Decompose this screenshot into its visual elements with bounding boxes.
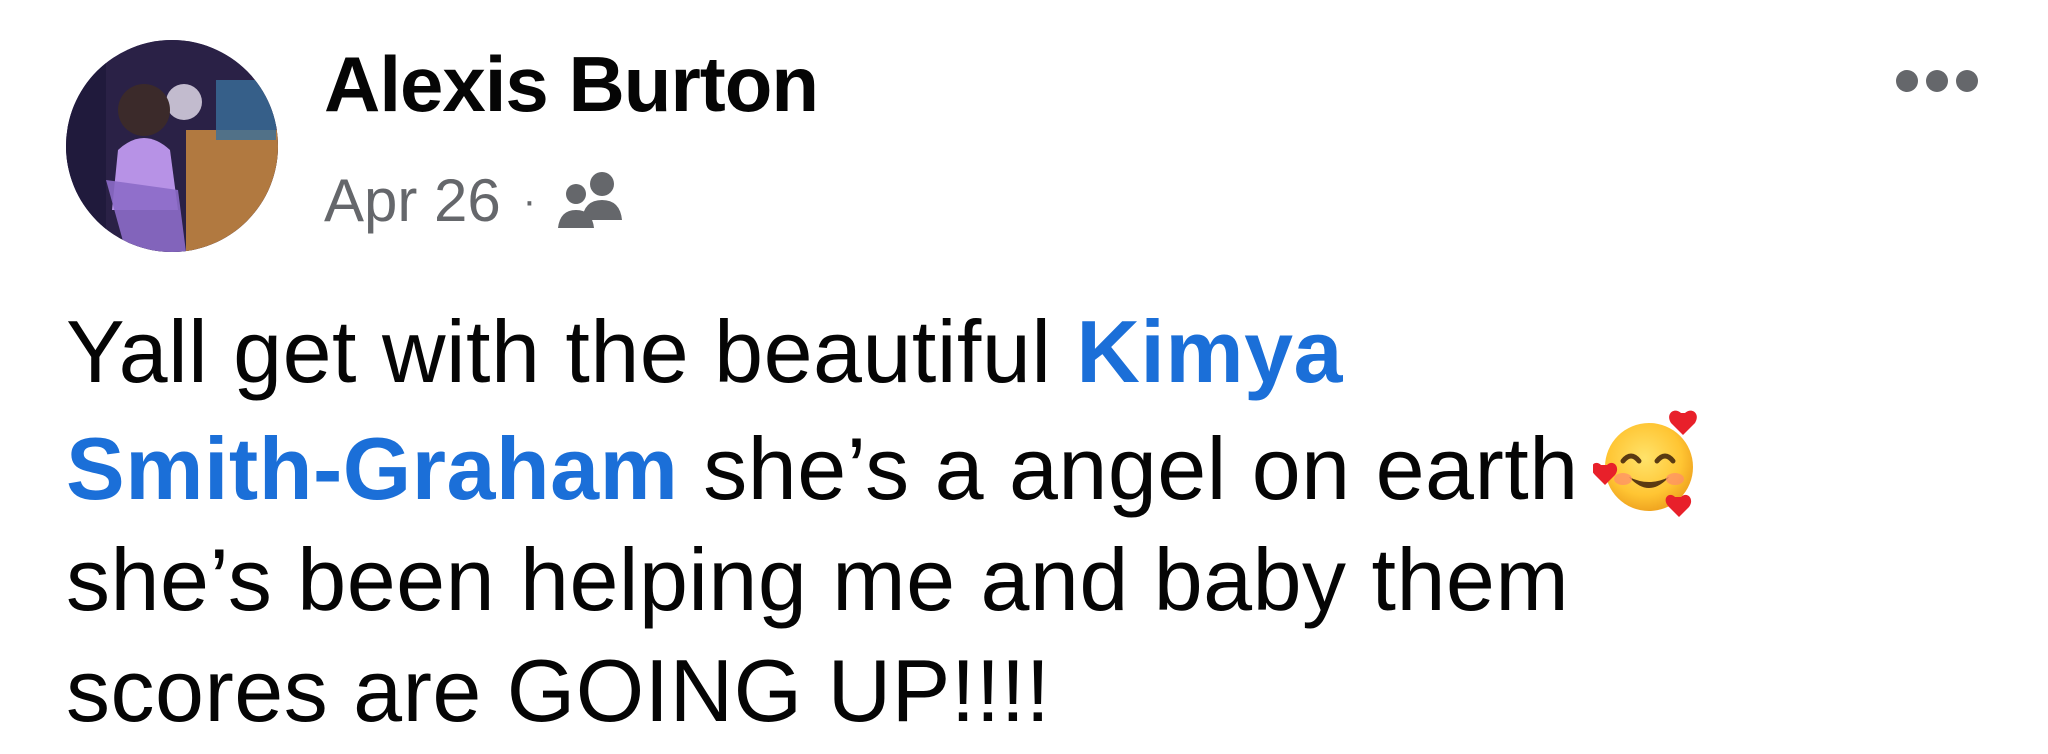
post-text-line-1: Yall get with the beautiful Kimya bbox=[66, 296, 1966, 407]
more-options-button[interactable] bbox=[1882, 56, 1992, 106]
meta-separator: · bbox=[522, 179, 537, 223]
post-date[interactable]: Apr 26 bbox=[324, 160, 501, 242]
post-card: Alexis Burton Apr 26 · Yall get with the… bbox=[0, 0, 2048, 754]
post-text-line-4: scores are GOING UP!!!! bbox=[66, 641, 1051, 740]
smiling-face-with-hearts-emoji bbox=[1591, 407, 1705, 519]
post-text-line-2: Smith-Graham she’s a angel on earth bbox=[66, 407, 1966, 524]
post-meta: Apr 26 · bbox=[324, 160, 634, 242]
post-text-segment: Yall get with the beautiful bbox=[66, 302, 1077, 401]
friends-icon[interactable] bbox=[554, 170, 634, 232]
author-avatar[interactable] bbox=[66, 40, 278, 252]
post-message: Yall get with the beautiful Kimya Smith-… bbox=[66, 296, 1966, 746]
more-horizontal-icon bbox=[1896, 70, 1918, 92]
author-name[interactable]: Alexis Burton bbox=[324, 38, 819, 130]
mention-link[interactable]: Kimya bbox=[1076, 302, 1343, 401]
avatar-photo bbox=[66, 40, 278, 252]
post-text-line-3: she’s been helping me and baby them bbox=[66, 530, 1570, 629]
mention-link[interactable]: Smith-Graham bbox=[66, 419, 678, 518]
post-text-segment: she’s a angel on earth bbox=[678, 419, 1579, 518]
